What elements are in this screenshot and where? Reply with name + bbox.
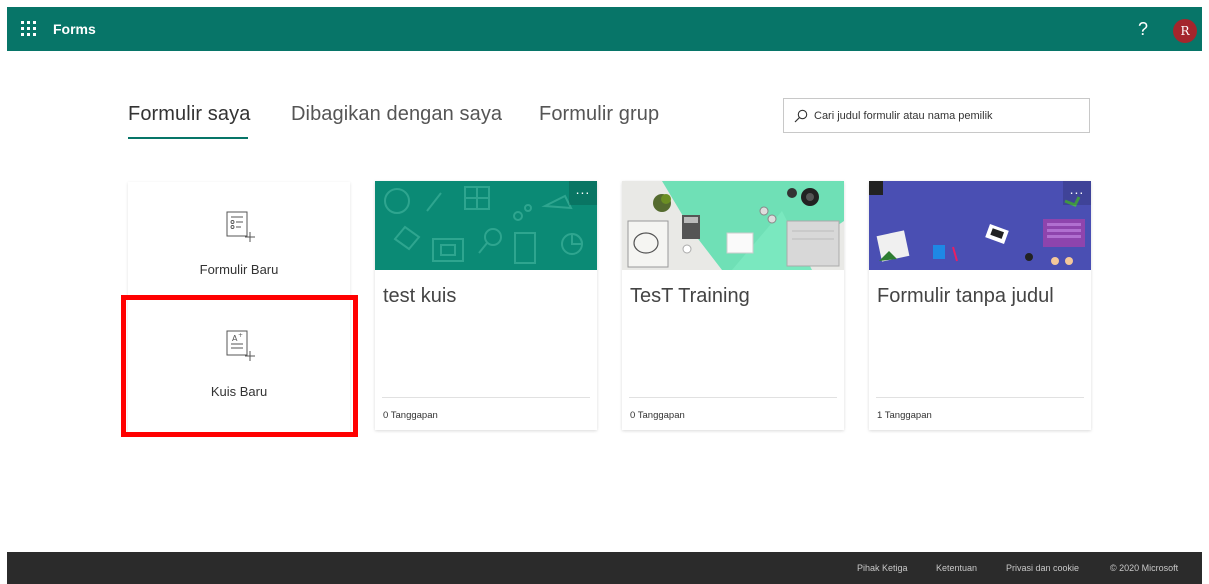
tab-group-forms[interactable]: Formulir grup	[539, 103, 659, 126]
more-options-button[interactable]: ...	[1063, 181, 1091, 205]
form-title: test kuis	[383, 285, 457, 307]
divider	[629, 397, 837, 398]
card-theme-image: ...	[375, 181, 597, 270]
form-title: TesT Training	[630, 285, 750, 307]
footer-link-privacy[interactable]: Privasi dan cookie	[1006, 563, 1079, 573]
search-icon	[794, 109, 808, 123]
new-items-card: Formulir Baru A + Kuis Baru	[128, 182, 350, 434]
footer-link-third-party[interactable]: Pihak Ketiga	[857, 563, 908, 573]
search-box[interactable]	[783, 98, 1090, 133]
copyright: © 2020 Microsoft	[1110, 563, 1179, 573]
top-bar: Forms ? R	[7, 7, 1202, 51]
help-icon[interactable]: ?	[1132, 17, 1154, 41]
forms-app: Forms ? R Formulir saya Dibagikan dengan…	[7, 7, 1202, 584]
response-count: 0 Tanggapan	[383, 410, 438, 421]
new-form-label: Formulir Baru	[199, 262, 279, 277]
form-card[interactable]: ... Formulir tanpa judul 1 Tanggapan	[869, 181, 1091, 430]
new-form-icon	[226, 211, 255, 242]
card-theme-image	[622, 181, 844, 270]
footer-link-terms[interactable]: Ketentuan	[936, 563, 977, 573]
active-tab-indicator	[128, 137, 248, 139]
search-input[interactable]	[814, 99, 1084, 132]
form-card[interactable]: TesT Training 0 Tanggapan	[622, 181, 844, 430]
more-options-button[interactable]: ...	[569, 181, 597, 205]
divider	[876, 397, 1084, 398]
footer: Pihak Ketiga Ketentuan Privasi dan cooki…	[7, 552, 1202, 584]
form-title: Formulir tanpa judul	[877, 285, 1054, 307]
response-count: 1 Tanggapan	[877, 410, 932, 421]
new-quiz-label: Kuis Baru	[210, 384, 268, 399]
divider	[382, 397, 590, 398]
app-launcher-icon[interactable]	[19, 19, 39, 39]
tab-my-forms[interactable]: Formulir saya	[128, 103, 250, 126]
tab-shared-with-me[interactable]: Dibagikan dengan saya	[291, 103, 502, 126]
card-theme-image: ...	[869, 181, 1091, 270]
form-card[interactable]: ... test kuis 0 Tanggapan	[375, 181, 597, 430]
new-quiz-button[interactable]: A + Kuis Baru	[128, 300, 350, 434]
avatar[interactable]: R	[1173, 19, 1197, 43]
app-title[interactable]: Forms	[53, 21, 96, 37]
new-quiz-icon: A +	[226, 330, 255, 361]
response-count: 0 Tanggapan	[630, 410, 685, 421]
svg-text:+: +	[238, 332, 243, 339]
new-form-button[interactable]: Formulir Baru	[128, 182, 350, 300]
